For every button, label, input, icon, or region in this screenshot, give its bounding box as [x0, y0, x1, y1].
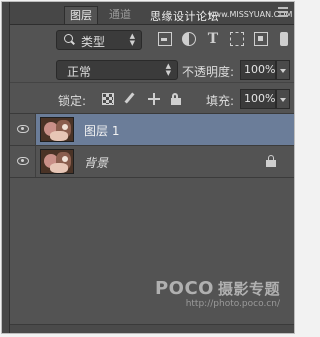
layer-name[interactable]: 背景 [84, 154, 108, 171]
panel-tab-bar: 图层 通道 思缘设计论坛 www.MISSYUAN.COM [10, 2, 294, 25]
lock-icon [266, 155, 276, 167]
visibility-toggle[interactable] [10, 114, 36, 145]
shape-filter-icon[interactable] [230, 32, 244, 46]
layer-row-background[interactable]: 背景 [10, 146, 294, 178]
footer-watermark: POCO 摄影专题 http://photo.poco.cn/ [155, 278, 280, 309]
opacity-dropdown-button[interactable] [276, 60, 290, 80]
panel-dock-edge [2, 2, 10, 333]
blend-row: 正常 ▲ ▼ 不透明度: 100% [10, 60, 294, 83]
eye-icon [17, 125, 29, 133]
select-arrows-icon: ▲ ▼ [129, 32, 135, 47]
smart-object-filter-icon[interactable] [254, 32, 268, 46]
layer-thumbnail [40, 117, 74, 142]
tab-channels[interactable]: 通道 [104, 6, 136, 24]
watermark-url: http://photo.poco.cn/ [185, 299, 280, 309]
blend-mode-label: 正常 [67, 65, 92, 79]
tab-layers[interactable]: 图层 [64, 6, 98, 24]
filter-toggle-icon[interactable] [280, 32, 288, 46]
pixel-filter-icon[interactable] [158, 32, 172, 46]
layer-name[interactable]: 图层 1 [84, 122, 119, 139]
layers-panel: 图层 通道 思缘设计论坛 www.MISSYUAN.COM 类型 ▲ ▼ T 正常… [10, 2, 294, 333]
opacity-label: 不透明度: [182, 65, 235, 79]
type-filter-icon[interactable]: T [206, 32, 220, 46]
lock-label: 锁定: [58, 94, 87, 108]
fill-label: 填充: [206, 94, 235, 108]
watermark-brand: POCO [154, 278, 214, 299]
photoshop-layers-window: 图层 通道 思缘设计论坛 www.MISSYUAN.COM 类型 ▲ ▼ T 正常… [1, 1, 295, 334]
panel-menu-icon[interactable] [278, 5, 288, 17]
adjustment-filter-icon[interactable] [182, 32, 196, 46]
eye-icon [17, 157, 29, 165]
lock-all-icon[interactable] [170, 93, 182, 105]
watermark-brand-cn: 摄影专题 [217, 280, 280, 298]
layer-thumbnail [40, 149, 74, 174]
blend-mode-select[interactable]: 正常 ▲ ▼ [56, 60, 178, 80]
lock-image-pixels-icon[interactable] [124, 93, 136, 105]
fill-input[interactable]: 100% [240, 89, 276, 109]
search-icon [64, 34, 73, 43]
lock-row: 锁定: 填充: 100% [10, 89, 294, 111]
filter-kind-label: 类型 [81, 35, 106, 49]
opacity-input[interactable]: 100% [240, 60, 276, 80]
lock-transparent-pixels-icon[interactable] [102, 93, 114, 105]
filter-kind-select[interactable]: 类型 ▲ ▼ [56, 30, 142, 50]
layer-filter-row: 类型 ▲ ▼ T [10, 30, 294, 50]
layer-row-layer-1[interactable]: 图层 1 [10, 114, 294, 146]
panel-bottom-bar [10, 324, 294, 333]
select-arrows-icon: ▲ ▼ [165, 62, 171, 77]
fill-dropdown-button[interactable] [276, 89, 290, 109]
visibility-toggle[interactable] [10, 146, 36, 177]
lock-position-icon[interactable] [148, 93, 160, 105]
